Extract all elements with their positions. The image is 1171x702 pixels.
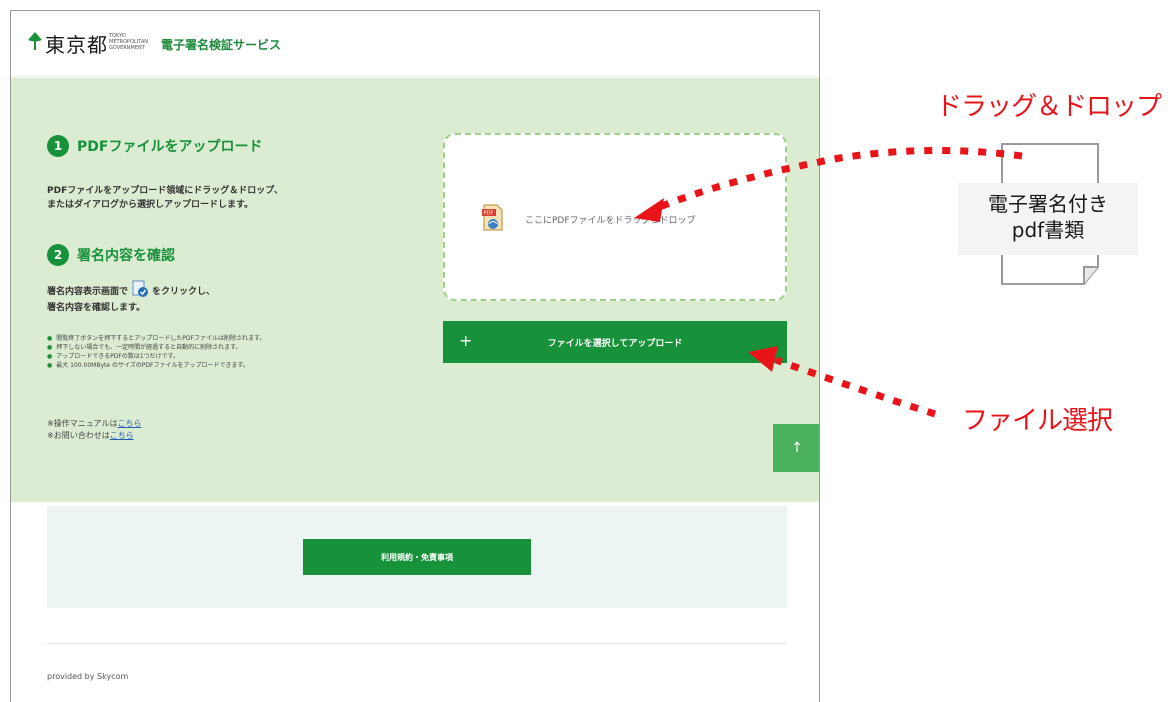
pdf-file-icon: PDF [482, 204, 503, 231]
contact-prefix: ※お問い合わせは [47, 431, 110, 440]
step-1-description-line: PDFファイルをアップロード領域にドラッグ＆ドロップ、 [47, 186, 283, 196]
document-label-line: pdf書類 [1011, 218, 1085, 242]
step-1-heading: 1 PDFファイルをアップロード [47, 135, 262, 157]
document-label: 電子署名付き pdf書類 [958, 183, 1138, 255]
site-header: 東京都 TOKYO METROPOLITAN GOVERNMENT 電子署名検証… [11, 11, 819, 77]
step-2-heading: 2 署名内容を確認 [47, 244, 175, 266]
note-item: 閲覧終了ボタンを押下するとアップロードしたPDFファイルは削除されます。 [47, 334, 265, 343]
terms-band: 利用規約・免責事項 [47, 506, 787, 608]
notes-list: 閲覧終了ボタンを押下するとアップロードしたPDFファイルは削除されます。 押下し… [47, 334, 265, 370]
file-select-annotation: ファイル選択 [962, 406, 1113, 436]
service-name[interactable]: 電子署名検証サービス [161, 36, 281, 53]
manual-prefix: ※操作マニュアルは [47, 419, 118, 428]
tokyo-ginkgo-logo-icon [28, 32, 42, 50]
tokyo-logo-subtext: TOKYO METROPOLITAN GOVERNMENT [109, 33, 148, 51]
note-item: アップロードできるPDFの数は1つだけです。 [47, 352, 265, 361]
contact-link[interactable]: こちら [110, 431, 134, 440]
footer-credit: provided by Skycom [47, 672, 129, 681]
pdf-drop-zone[interactable]: PDF ここにPDFファイルをドラッグ＆ドロップ [443, 133, 787, 301]
step-1-description: PDFファイルをアップロード領域にドラッグ＆ドロップ、 またはダイアログから選択… [47, 184, 283, 212]
drag-drop-annotation: ドラッグ＆ドロップ [936, 92, 1162, 122]
upload-button-label: ファイルを選択してアップロード [547, 338, 683, 349]
terms-disclaimer-button[interactable]: 利用規約・免責事項 [303, 539, 531, 575]
step-2-description-prefix: 署名内容表示画面で [47, 287, 129, 297]
signature-check-icon [132, 280, 149, 297]
step-2-description-suffix: をクリックし、 [152, 287, 216, 297]
tokyo-logo-text[interactable]: 東京都 [45, 29, 108, 58]
step-2-number: 2 [47, 244, 69, 266]
footer-divider [47, 643, 787, 644]
note-item: 押下しない場合でも、一定時間が経過すると自動的に削除されます。 [47, 343, 265, 352]
step-1-description-line: またはダイアログから選択しアップロードします。 [47, 200, 254, 210]
note-item: 最大 100.00MByte のサイズのPDFファイルをアップロードできます。 [47, 361, 265, 370]
svg-text:PDF: PDF [484, 211, 494, 217]
manual-link[interactable]: こちら [117, 419, 141, 428]
plus-icon: + [459, 331, 473, 350]
step-2-title: 署名内容を確認 [77, 248, 175, 264]
scroll-to-top-button[interactable]: ↑ [773, 424, 819, 472]
arrow-up-icon: ↑ [791, 440, 803, 456]
step-1-number: 1 [47, 135, 69, 157]
step-1-title: PDFファイルをアップロード [77, 139, 263, 155]
step-2-description: 署名内容表示画面で をクリックし、 署名内容を確認します。 [47, 280, 216, 315]
step-2-description-line: 署名内容を確認します。 [47, 303, 146, 313]
help-links: ※操作マニュアルはこちら ※お問い合わせはこちら [47, 418, 141, 442]
select-file-upload-button[interactable]: + ファイルを選択してアップロード [443, 321, 787, 363]
drop-zone-text: ここにPDFファイルをドラッグ＆ドロップ [525, 216, 696, 226]
browser-screenshot: 東京都 TOKYO METROPOLITAN GOVERNMENT 電子署名検証… [10, 10, 820, 702]
upload-section: 1 PDFファイルをアップロード PDFファイルをアップロード領域にドラッグ＆ド… [11, 78, 819, 502]
document-label-line: 電子署名付き [988, 192, 1108, 216]
